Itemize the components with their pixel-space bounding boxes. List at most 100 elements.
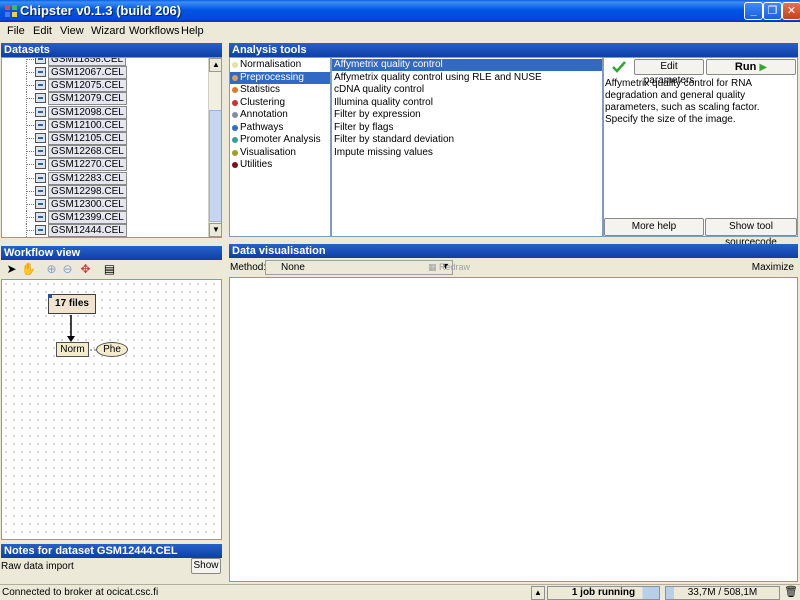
dataset-file-item[interactable]: GSM12268.CEL [2,145,221,159]
zoom-in-icon[interactable]: ⊕ [45,263,58,276]
maximize-button[interactable]: Maximize [752,262,794,273]
file-icon [35,199,46,209]
tool-category-item[interactable]: Statistics [230,84,330,96]
jobs-progress[interactable]: 1 job running [547,586,660,600]
dataset-file-item[interactable]: GSM12399.CEL [2,211,221,225]
tool-category-item[interactable]: Preprocessing [230,71,330,84]
dataset-file-item[interactable]: GSM12079.CEL [2,92,221,106]
tool-category-item[interactable]: Visualisation [230,147,330,159]
menu-wizard[interactable]: Wizard [91,25,125,37]
restore-icon[interactable]: ❐ [763,2,782,20]
export-icon[interactable]: ▤ [103,263,116,276]
tool-category-item[interactable]: Normalisation [230,59,330,71]
tool-description: Affymetrix quality control for RNA degra… [605,78,760,125]
tool-item[interactable]: Affymetrix quality control [332,59,602,71]
file-icon [35,146,46,157]
tool-item[interactable]: Impute missing values [332,147,602,159]
dataset-file-item[interactable]: GSM12283.CEL [2,171,221,185]
dataset-file-item[interactable]: GSM12270.CEL [2,158,221,172]
menu-workflows[interactable]: Workflows [129,25,180,37]
tool-item[interactable]: Filter by standard deviation [332,134,602,146]
datasets-scrollbar[interactable]: ▲ ▼ [208,58,221,237]
scroll-thumb[interactable] [209,110,221,222]
tool-item[interactable]: Affymetrix quality control using RLE and… [332,72,602,84]
show-tool-sourcecode-button[interactable]: Show tool sourcecode [705,218,797,248]
dataset-file-item[interactable]: GSM12444.CEL [2,224,221,237]
more-help-button[interactable]: More help [604,218,704,236]
dataset-file-item[interactable]: GSM12098.CEL [2,105,221,119]
play-icon: ▶ [759,62,768,73]
category-dot-icon [232,99,238,106]
file-icon [35,133,46,143]
dataset-file-item[interactable]: GSM12067.CEL [2,66,221,79]
close-icon[interactable]: ✕ [782,2,800,20]
dataset-file-name: GSM12298.CEL [48,184,127,198]
fit-to-screen-icon[interactable]: ✥ [79,263,92,276]
trash-icon[interactable]: 🗑 [784,586,798,600]
file-icon [35,185,46,196]
category-dot-icon [232,149,238,156]
memory-usage: 33,7M / 508,1M [665,586,780,600]
file-icon [35,212,46,223]
file-icon [35,119,46,130]
redraw-button[interactable]: ▦ Redraw [428,260,478,275]
workflow-node-norm[interactable]: Norm [56,342,89,357]
run-button[interactable]: Run ▶ [706,59,796,75]
visualisation-toolbar: Method: None ▼ ▦ Redraw Maximize [229,258,798,277]
file-icon [35,159,46,170]
tool-category-item[interactable]: Utilities [230,159,330,171]
file-icon [35,58,46,64]
scroll-up-icon[interactable]: ▲ [209,58,221,72]
tool-item[interactable]: Filter by expression [332,109,602,121]
analysis-tools-header: Analysis tools [229,43,798,57]
method-label: Method: [230,262,267,273]
workflow-toolbar: ➤ ✋ ⊕ ⊖ ✥ ▤ [1,260,222,279]
dataset-file-item[interactable]: GSM12298.CEL [2,184,221,198]
visualisation-area[interactable] [229,277,798,582]
tool-category-item[interactable]: Promoter Analysis [230,134,330,146]
dataset-file-item[interactable]: GSM12075.CEL [2,79,221,93]
notes-header: Notes for dataset GSM12444.CEL [1,544,222,558]
category-dot-icon [232,62,238,68]
tool-item[interactable]: Filter by flags [332,122,602,134]
dataset-file-item[interactable]: GSM12300.CEL [2,198,221,211]
title-bar: Chipster v0.1.3 (build 206) _ ❐ ✕ [0,0,800,22]
dataset-file-item[interactable]: GSM12100.CEL [2,118,221,132]
redraw-icon: ▦ [428,262,437,272]
minimize-icon[interactable]: _ [744,2,763,20]
tool-item[interactable]: cDNA quality control [332,84,602,96]
category-dot-icon [232,137,238,143]
hand-icon[interactable]: ✋ [21,263,36,276]
workflow-canvas[interactable]: 17 files Norm Phe [1,279,222,540]
tree-item-partial[interactable]: GSM11858.CEL [2,58,221,66]
status-bar: Connected to broker at ocicat.csc.fi ▲ 1… [0,584,800,600]
chevron-up-icon[interactable]: ▲ [531,586,545,600]
menu-edit[interactable]: Edit [33,25,52,37]
menu-view[interactable]: View [60,25,84,37]
category-dot-icon [232,87,238,93]
datasets-header: Datasets [1,43,222,57]
tool-category-item[interactable]: Annotation [230,109,330,121]
tool-category-item[interactable]: Clustering [230,97,330,109]
workflow-node-phe[interactable]: Phe [96,342,128,357]
tool-list: Affymetrix quality control Affymetrix qua… [331,57,603,237]
zoom-out-icon[interactable]: ⊖ [61,263,74,276]
file-icon [35,106,46,117]
show-notes-button[interactable]: Show [191,558,221,574]
checkmark-icon[interactable] [605,59,633,75]
scroll-down-icon[interactable]: ▼ [209,223,221,237]
notes-text: Raw data import [1,561,74,572]
method-select[interactable]: None ▼ [265,260,453,275]
pointer-icon[interactable]: ➤ [5,263,18,276]
workflow-view-header: Workflow view [1,246,222,260]
tool-item[interactable]: Illumina quality control [332,97,602,109]
menu-help[interactable]: Help [181,25,204,37]
dataset-file-name: GSM12075.CEL [48,79,127,93]
menu-file[interactable]: File [7,25,25,37]
dataset-file-item[interactable]: GSM12105.CEL [2,132,221,145]
notes-panel: Raw data import Show [1,558,222,582]
edit-parameters-button[interactable]: Edit parameters [634,59,704,86]
tool-category-item[interactable]: Pathways [230,122,330,134]
app-icon [5,5,17,17]
dataset-file-name: GSM12444.CEL [48,224,127,237]
